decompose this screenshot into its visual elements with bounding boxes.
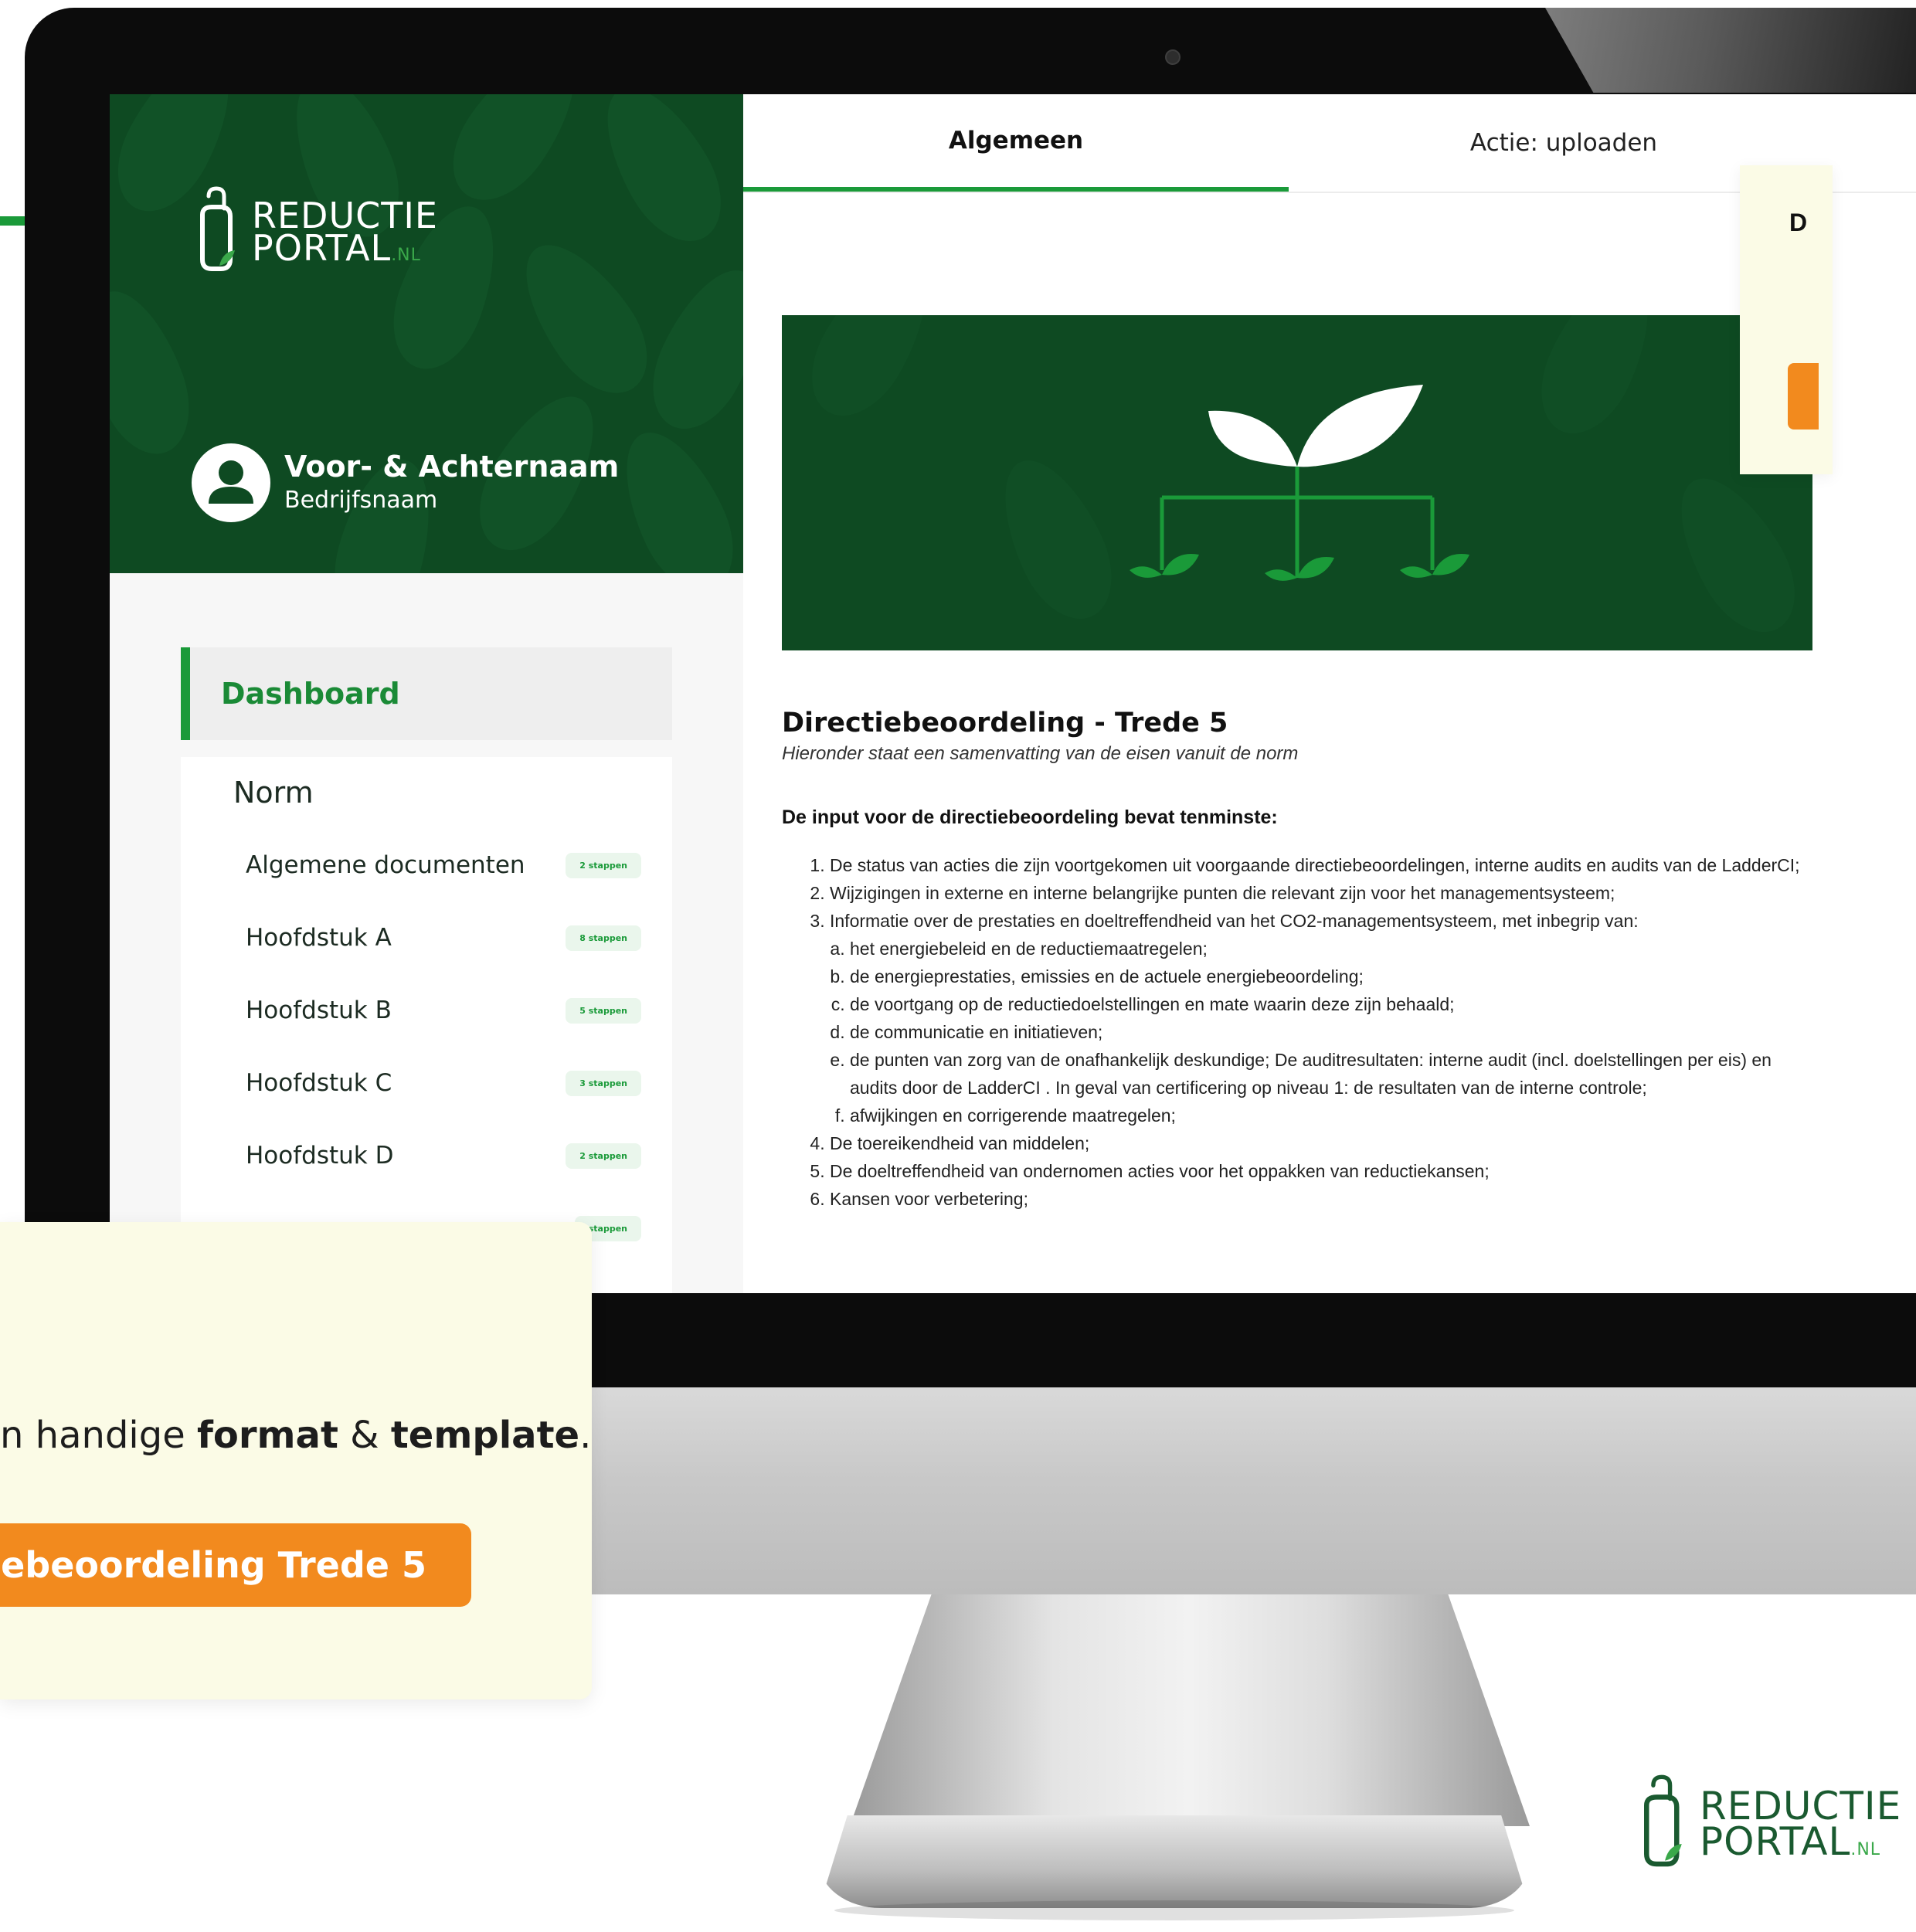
requirements-list: De status van acties die zijn voortgekom…	[782, 851, 1809, 1213]
download-card-title: D	[1789, 209, 1808, 236]
user-name: Voor- & Achternaam	[284, 450, 620, 484]
sidebar-item-algemene-documenten[interactable]: Algemene documenten 2 stappen	[246, 842, 647, 888]
logo-wordmark: REDUCTIE PORTAL.NL	[252, 198, 438, 266]
download-directiebeoordeling-button[interactable]: tiebeoordeling Trede 5	[0, 1523, 471, 1607]
logo-line-2: PORTAL	[1700, 1819, 1851, 1864]
sub-list-item: de punten van zorg van de onafhankelijk …	[850, 1046, 1809, 1102]
monitor-stand-neck	[850, 1594, 1530, 1826]
logo-wordmark: REDUCTIE PORTAL.NL	[1700, 1787, 1901, 1861]
sub-list-item: de energieprestaties, emissies en de act…	[850, 963, 1809, 990]
sidebar-item-hoofdstuk-a[interactable]: Hoofdstuk A 8 stappen	[246, 915, 647, 961]
steps-badge: 2 stappen	[566, 852, 641, 878]
sidebar-section-norm[interactable]: Norm	[233, 776, 314, 810]
promo-text: n handige format & template.	[0, 1414, 591, 1457]
steps-badge: 5 stappen	[566, 997, 641, 1024]
logo-suffix: .NL	[391, 246, 421, 265]
reductieportal-logo[interactable]: REDUCTIE PORTAL.NL	[192, 185, 438, 278]
download-card-right	[1740, 165, 1833, 474]
avatar[interactable]	[192, 443, 270, 522]
monitor-chin	[587, 1387, 1916, 1594]
sidebar-item-label: Hoofdstuk D	[246, 1142, 394, 1170]
promo-text-prefix: n handige	[0, 1414, 197, 1457]
sub-list-item: afwijkingen en corrigerende maatregelen;	[850, 1102, 1809, 1129]
sidebar-item-label: Hoofdstuk C	[246, 1069, 392, 1097]
monitor-stand-base	[819, 1815, 1530, 1908]
leaf-pattern-icon	[583, 94, 742, 259]
user-company: Bedrijfsnaam	[284, 487, 438, 514]
list-item: Informatie over de prestaties en doeltre…	[830, 907, 1809, 1129]
sidebar-item-label: Hoofdstuk B	[246, 997, 392, 1024]
logo-line-2: PORTAL	[252, 227, 392, 269]
sidebar-item-hoofdstuk-b[interactable]: Hoofdstuk B 5 stappen	[246, 987, 647, 1034]
promo-template: template	[390, 1414, 580, 1457]
sub-list-item: de voortgang op de reductiedoelstellinge…	[850, 990, 1809, 1018]
monitor-glare	[1545, 8, 1916, 93]
hero-banner	[782, 315, 1812, 650]
steps-badge: 2 stappen	[566, 1143, 641, 1169]
leaf-pattern-icon	[634, 254, 743, 444]
list-item-text: Informatie over de prestaties en doeltre…	[830, 911, 1639, 931]
page-title: Directiebeoordeling - Trede 5	[782, 708, 1228, 739]
page-subtitle: Hieronder staat een samenvatting van de …	[782, 743, 1299, 764]
list-item: De toereikendheid van middelen;	[830, 1129, 1809, 1157]
sidebar-item-hoofdstuk-d[interactable]: Hoofdstuk D 2 stappen	[246, 1132, 647, 1179]
section-heading: De input voor de directiebeoordeling bev…	[782, 806, 1278, 828]
promo-amp: &	[338, 1414, 391, 1457]
logo-mark-icon	[200, 186, 235, 271]
green-accent-line	[0, 216, 25, 226]
promo-format: format	[197, 1414, 338, 1457]
sidebar-item-hoofdstuk-c[interactable]: Hoofdstuk C 3 stappen	[246, 1060, 647, 1106]
list-item: Wijzigingen in externe en interne belang…	[830, 879, 1809, 907]
download-button-label: tiebeoordeling Trede 5	[0, 1544, 426, 1586]
leaf-pattern-icon	[603, 416, 743, 573]
list-item: De doeltreffendheid van ondernomen actie…	[830, 1157, 1809, 1185]
list-item: Kansen voor verbetering;	[830, 1185, 1809, 1213]
leaf-pattern-icon	[431, 94, 600, 219]
sidebar-item-label: Algemene documenten	[246, 851, 525, 879]
sub-list-item: het energiebeleid en de reductiemaatrege…	[850, 935, 1809, 963]
sidebar-item-label: Hoofdstuk A	[246, 924, 392, 952]
promo-card	[0, 1222, 592, 1699]
sidebar-item-dashboard[interactable]: Dashboard	[181, 647, 672, 740]
monitor-stand-shadow	[834, 1900, 1514, 1920]
leaf-pattern-icon	[501, 224, 669, 413]
logo-mark-icon	[1644, 1774, 1682, 1867]
steps-badge: 3 stappen	[566, 1070, 641, 1096]
tab-algemeen[interactable]: Algemeen	[743, 94, 1289, 192]
list-item: De status van acties die zijn voortgekom…	[830, 851, 1809, 879]
webcam-icon	[1165, 49, 1181, 65]
sub-list-item: de communicatie en initiatieven;	[850, 1018, 1809, 1046]
steps-badge: 8 stappen	[566, 925, 641, 951]
reductieportal-logo-bottom: REDUCTIE PORTAL.NL	[1635, 1774, 1901, 1874]
promo-text-suffix: .	[579, 1414, 592, 1457]
user-icon	[209, 460, 253, 504]
sprout-growth-icon	[1130, 385, 1469, 581]
app-screen: REDUCTIE PORTAL.NL Voor- & Achternaam Be…	[110, 94, 1916, 1293]
logo-suffix: .NL	[1850, 1840, 1881, 1859]
leaf-pattern-icon	[110, 277, 206, 467]
download-card-button[interactable]	[1788, 363, 1819, 430]
